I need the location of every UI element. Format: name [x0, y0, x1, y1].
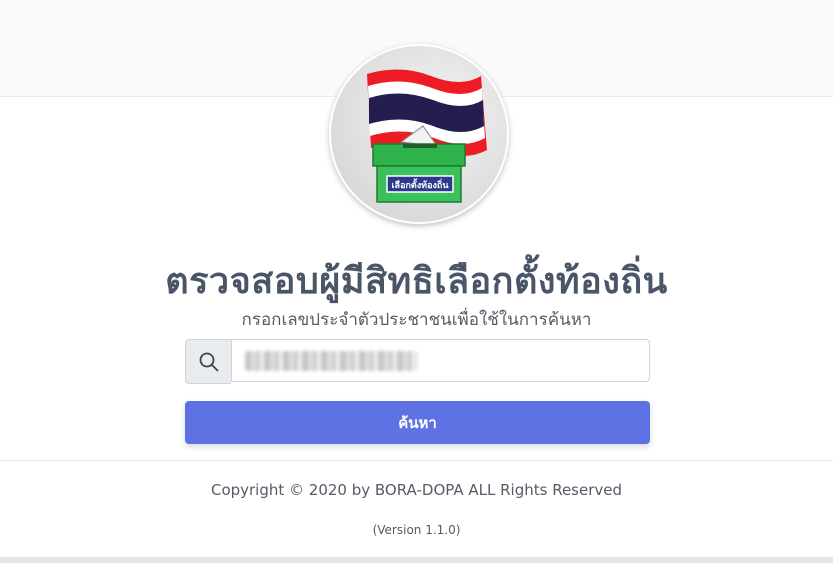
election-logo: เลือกตั้งท้องถิ่น — [329, 44, 509, 224]
id-input-wrapper — [231, 339, 650, 384]
version-text: (Version 1.1.0) — [372, 523, 461, 537]
footer-divider — [0, 460, 833, 461]
search-addon — [185, 339, 231, 384]
search-icon — [199, 352, 218, 371]
ballot-box-icon — [372, 143, 466, 203]
election-logo-graphic: เลือกตั้งท้องถิ่น — [367, 69, 487, 203]
search-button[interactable]: ค้นหา — [185, 401, 650, 444]
search-group — [185, 339, 650, 384]
bottom-bar — [0, 557, 833, 563]
page-title: ตรวจสอบผู้มีสิทธิเลือกตั้งท้องถิ่น — [165, 261, 668, 302]
page-subtitle: กรอกเลขประจำตัวประชาชนเพื่อใช้ในการค้นหา — [241, 310, 592, 330]
blurred-id-value — [245, 351, 417, 371]
copyright-text: Copyright © 2020 by BORA-DOPA ALL Rights… — [210, 481, 623, 499]
